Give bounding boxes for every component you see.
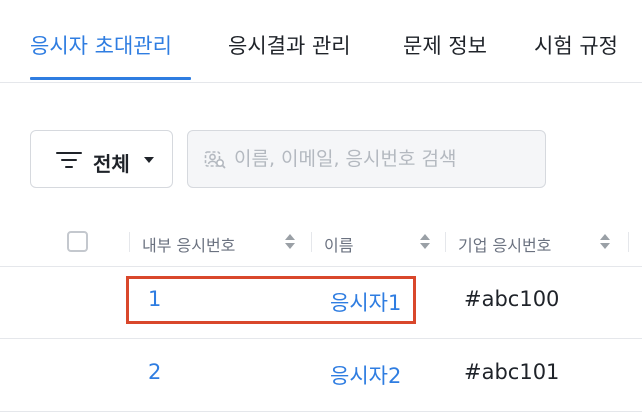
- column-divider: [628, 232, 629, 252]
- sort-icon[interactable]: [600, 234, 610, 252]
- select-all-checkbox[interactable]: [67, 231, 88, 252]
- search-box: [187, 130, 546, 188]
- table-row[interactable]: 2 응시자2 #abc101: [0, 339, 642, 412]
- user-search-icon: [204, 151, 226, 169]
- tab-invite-management[interactable]: 응시자 초대관리: [30, 30, 172, 60]
- search-input[interactable]: [234, 143, 534, 175]
- column-divider: [445, 232, 446, 252]
- tab-question-info[interactable]: 문제 정보: [403, 30, 487, 60]
- active-tab-indicator: [30, 77, 191, 80]
- column-header-internal-no[interactable]: 내부 응시번호: [142, 232, 235, 256]
- applicant-name-link[interactable]: 응시자2: [330, 360, 401, 390]
- filter-dropdown[interactable]: 전체: [30, 130, 173, 188]
- company-no: #abc100: [464, 287, 560, 311]
- chevron-down-icon: [144, 157, 154, 163]
- sort-icon[interactable]: [285, 234, 295, 252]
- sort-icon[interactable]: [420, 234, 430, 252]
- table-header: 내부 응시번호 이름 기업 응시번호: [0, 220, 642, 267]
- internal-no-link[interactable]: 2: [148, 360, 161, 384]
- column-divider: [311, 232, 312, 252]
- filter-label: 전체: [93, 152, 130, 176]
- tab-exam-rules[interactable]: 시험 규정: [534, 30, 618, 60]
- tab-bar: 응시자 초대관리 응시결과 관리 문제 정보 시험 규정: [0, 0, 642, 83]
- tab-result-management[interactable]: 응시결과 관리: [228, 30, 351, 60]
- filter-icon: [56, 151, 82, 169]
- column-header-name[interactable]: 이름: [324, 232, 353, 256]
- company-no: #abc101: [464, 360, 560, 384]
- highlight-box: [126, 276, 416, 324]
- column-header-company-no[interactable]: 기업 응시번호: [458, 232, 551, 256]
- column-divider: [129, 232, 130, 252]
